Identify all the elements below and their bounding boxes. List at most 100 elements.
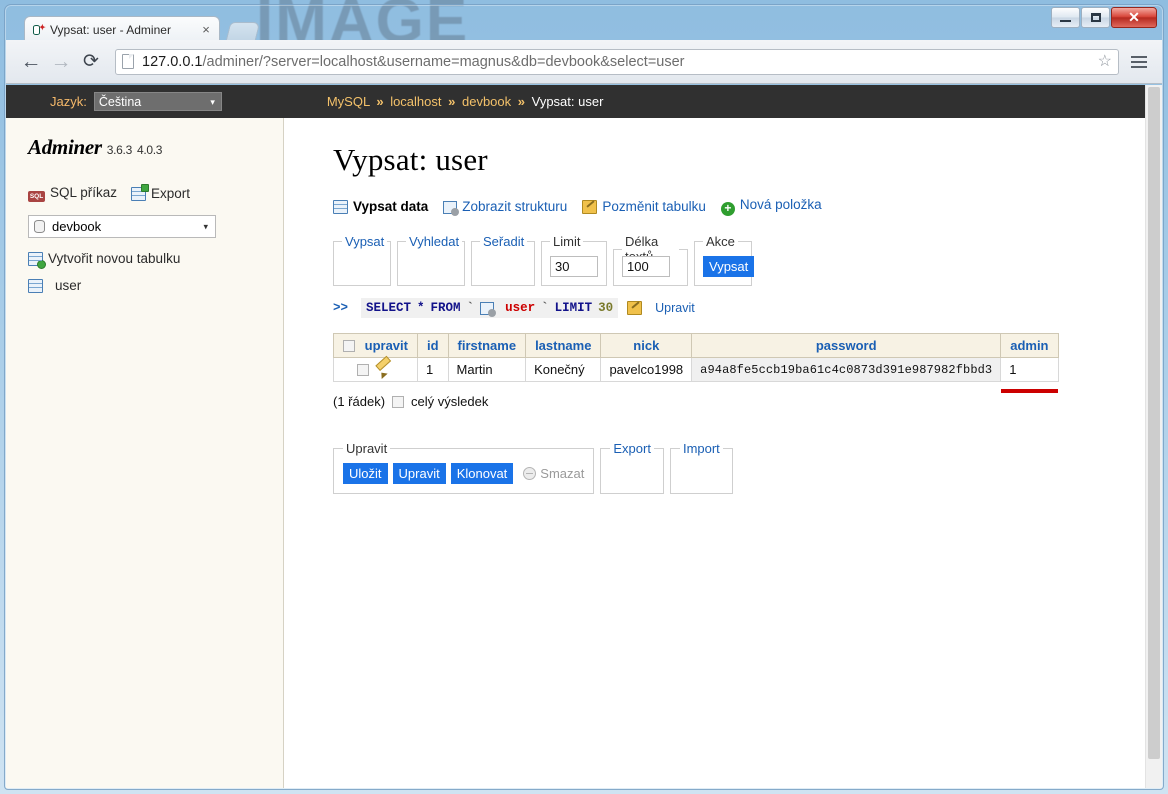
sql-edit-link[interactable]: Upravit xyxy=(655,301,695,315)
sidebar-item-export[interactable]: Export xyxy=(131,186,190,201)
breadcrumb-item-localhost[interactable]: localhost xyxy=(390,94,441,109)
edit-button[interactable]: Upravit xyxy=(393,463,446,484)
url-path: /adminer/?server=localhost&username=magn… xyxy=(202,54,684,70)
fieldset-legend-export[interactable]: Export xyxy=(610,441,654,456)
column-header-lastname[interactable]: lastname xyxy=(526,334,601,358)
fieldset-legend-import[interactable]: Import xyxy=(680,441,723,456)
back-button[interactable]: ← xyxy=(16,47,46,77)
fieldset-sort[interactable]: Seřadit xyxy=(471,234,535,286)
breadcrumb-separator: » xyxy=(376,94,383,109)
language-select-value: Čeština xyxy=(99,95,141,109)
cell-firstname: Martin xyxy=(448,358,526,382)
forward-button[interactable]: → xyxy=(46,47,76,77)
row-checkbox[interactable] xyxy=(357,364,369,376)
fieldset-legend-sort[interactable]: Seřadit xyxy=(480,234,527,249)
fieldset-import[interactable]: Import xyxy=(670,441,733,494)
address-bar[interactable]: 127.0.0.1/adminer/?server=localhost&user… xyxy=(115,49,1119,75)
sql-keyword-from: FROM xyxy=(431,301,461,315)
sidebar-item-table-user[interactable]: user xyxy=(28,278,283,293)
action-link-alter-table[interactable]: Pozměnit tabulku xyxy=(582,199,706,214)
sidebar-item-sql-command[interactable]: SQLSQL příkaz xyxy=(28,185,117,202)
column-header-nick[interactable]: nick xyxy=(601,334,692,358)
row-edit-pencil-icon[interactable] xyxy=(379,363,394,377)
text-length-input[interactable] xyxy=(622,256,670,277)
full-result-checkbox[interactable] xyxy=(392,396,404,408)
full-result-label: celý výsledek xyxy=(411,394,488,409)
breadcrumb-item-mysql[interactable]: MySQL xyxy=(327,94,370,109)
version-a: 3.6.3 xyxy=(107,143,132,157)
database-select[interactable]: devbook ▾ xyxy=(28,215,216,238)
fieldset-select-columns[interactable]: Vypsat xyxy=(333,234,391,286)
sidebar-quick-links: SQLSQL příkaz Export xyxy=(28,185,283,202)
fieldset-edit-actions: Upravit Uložit Upravit Klonovat Smazat xyxy=(333,441,594,494)
select-submit-button[interactable]: Vypsat xyxy=(703,256,754,277)
scrollbar-thumb[interactable] xyxy=(1148,87,1160,759)
save-button[interactable]: Uložit xyxy=(343,463,388,484)
sidebar-item-create-table[interactable]: Vytvořit novou tabulku xyxy=(28,251,283,266)
fieldset-search[interactable]: Vyhledat xyxy=(397,234,465,286)
chevron-down-icon: ▾ xyxy=(210,97,215,108)
column-header-label[interactable]: upravit xyxy=(365,338,408,353)
fieldset-legend-search[interactable]: Vyhledat xyxy=(406,234,462,249)
fieldset-limit[interactable]: Limit xyxy=(541,234,607,286)
sidebar: Adminer3.6.34.0.3 SQLSQL příkaz Export d… xyxy=(6,118,284,788)
sql-query-text: SELECT * FROM `user` LIMIT 30 xyxy=(361,298,618,318)
language-label: Jazyk: xyxy=(50,94,87,109)
row-count-row: (1 řádek) celý výsledek xyxy=(333,394,1145,409)
sidebar-item-label: Export xyxy=(151,186,190,201)
close-icon[interactable]: × xyxy=(199,22,213,37)
sql-backtick: ` xyxy=(541,301,549,315)
breadcrumb-item-devbook[interactable]: devbook xyxy=(462,94,511,109)
bookmark-star-icon[interactable]: ☆ xyxy=(1098,54,1112,70)
table-row: 1 Martin Konečný pavelco1998 a94a8fe5ccb… xyxy=(334,358,1059,382)
column-header-admin[interactable]: admin xyxy=(1001,334,1058,358)
column-header-password[interactable]: password xyxy=(692,334,1001,358)
action-link-show-structure[interactable]: Zobrazit strukturu xyxy=(443,199,567,214)
select-all-checkbox[interactable] xyxy=(343,340,355,352)
sidebar-item-label[interactable]: user xyxy=(55,278,81,293)
new-table-icon xyxy=(28,252,43,266)
sql-query-line: >> SELECT * FROM `user` LIMIT 30 Upravit xyxy=(333,298,1145,318)
sql-toggle-button[interactable]: >> xyxy=(333,301,348,315)
action-link-label: Vypsat data xyxy=(353,199,428,214)
cell-lastname: Konečný xyxy=(526,358,601,382)
results-table: upravit id firstname lastname nick passw… xyxy=(333,333,1059,382)
language-selector-group: Jazyk: Čeština ▾ xyxy=(50,92,222,111)
alter-icon xyxy=(582,200,597,214)
query-options-row: Vypsat Vyhledat Seřadit Limit Délka text… xyxy=(333,234,1145,286)
fieldset-legend-edit: Upravit xyxy=(343,441,390,456)
vertical-scrollbar[interactable] xyxy=(1145,85,1162,788)
limit-input[interactable] xyxy=(550,256,598,277)
cell-password: a94a8fe5ccb19ba61c4c0873d391e987982fbbd3 xyxy=(692,358,1001,382)
action-link-new-item[interactable]: +Nová položka xyxy=(721,197,822,216)
column-header-edit[interactable]: upravit xyxy=(334,334,418,358)
tab-title: Vypsat: user - Adminer xyxy=(50,23,199,37)
sql-keyword-select: SELECT xyxy=(366,301,411,315)
sql-table-name: user xyxy=(505,301,535,315)
row-edit-cell[interactable] xyxy=(334,358,418,382)
fieldset-text-length[interactable]: Délka textů xyxy=(613,234,688,286)
table-icon xyxy=(480,302,494,315)
fieldset-legend-select[interactable]: Vypsat xyxy=(342,234,387,249)
cell-nick: pavelco1998 xyxy=(601,358,692,382)
language-select[interactable]: Čeština ▾ xyxy=(94,92,222,111)
fieldset-export[interactable]: Export xyxy=(600,441,664,494)
browser-menu-button[interactable] xyxy=(1126,48,1152,76)
clone-button[interactable]: Klonovat xyxy=(451,463,514,484)
column-header-firstname[interactable]: firstname xyxy=(448,334,526,358)
plus-circle-icon: + xyxy=(721,202,735,216)
delete-button: Smazat xyxy=(523,466,584,481)
fieldset-action[interactable]: Akce Vypsat xyxy=(694,234,752,286)
new-tab-button[interactable] xyxy=(226,22,261,40)
bottom-actions-row: Upravit Uložit Upravit Klonovat Smazat E… xyxy=(333,441,1145,494)
sidebar-item-label[interactable]: Vytvořit novou tabulku xyxy=(48,251,180,266)
cell-id: 1 xyxy=(417,358,448,382)
table-header-row: upravit id firstname lastname nick passw… xyxy=(334,334,1059,358)
reload-button[interactable]: ⟳ xyxy=(76,47,106,77)
database-favicon: ✦ xyxy=(31,23,45,37)
row-count-text: (1 řádek) xyxy=(333,394,385,409)
action-link-select-data[interactable]: Vypsat data xyxy=(333,199,428,214)
delete-button-label: Smazat xyxy=(540,466,584,481)
browser-tab[interactable]: ✦ Vypsat: user - Adminer × xyxy=(24,16,220,40)
column-header-id[interactable]: id xyxy=(417,334,448,358)
